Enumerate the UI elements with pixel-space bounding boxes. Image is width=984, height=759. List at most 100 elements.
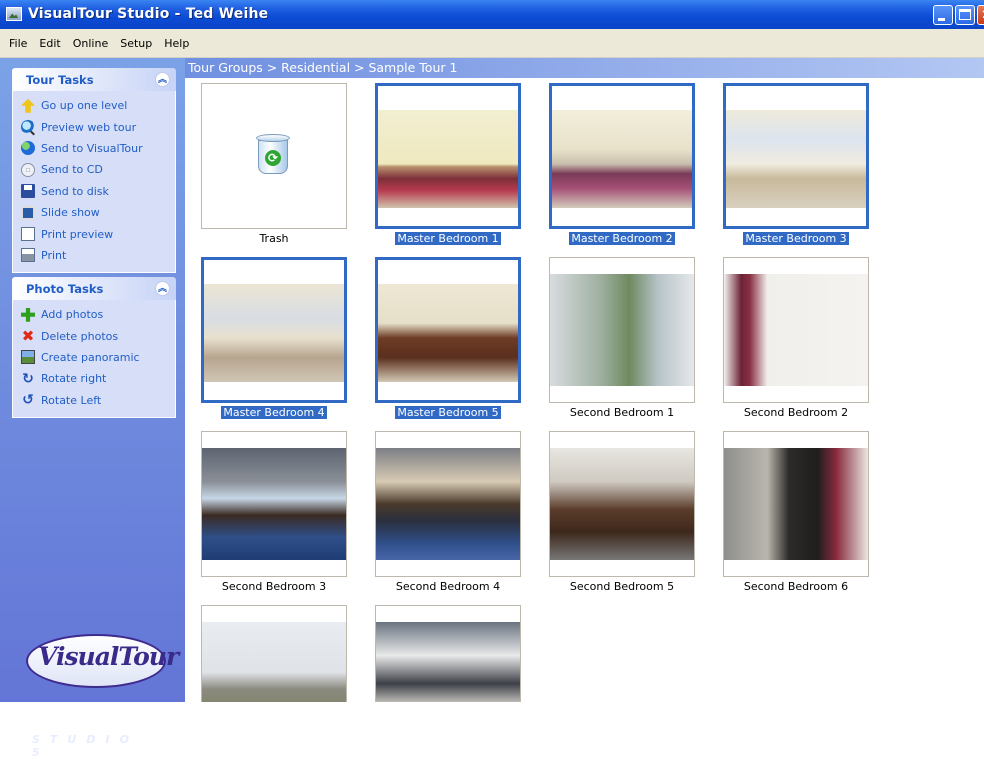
task-label: Send to disk [41,184,109,198]
cd-icon [21,162,35,177]
app-icon [6,7,22,21]
thumbnail-exterior[interactable] [201,605,351,702]
recycle-bin-icon: ⟳ [256,134,290,174]
print-preview-icon [21,227,35,242]
globe-icon [21,141,35,156]
thumbnail-second-bedroom-5[interactable]: Second Bedroom 5 [549,431,699,593]
thumbnail-living-room[interactable] [375,605,525,702]
task-go-up[interactable]: Go up one level [13,95,175,116]
tour-tasks-title: Tour Tasks [26,73,94,87]
thumbnail-second-bedroom-6[interactable]: Second Bedroom 6 [723,431,873,593]
thumbnail-caption: Master Bedroom 3 [743,232,849,245]
photo [378,110,518,208]
task-label: Print preview [41,227,114,241]
thumbnail-second-bedroom-4[interactable]: Second Bedroom 4 [375,431,525,593]
task-label: Rotate Left [41,393,102,407]
thumbnail-caption: Second Bedroom 3 [221,580,327,593]
thumbnail-second-bedroom-1[interactable]: Second Bedroom 1 [549,257,699,419]
photo [550,448,694,560]
task-print-preview[interactable]: Print preview [13,223,175,244]
photo [204,284,344,382]
printer-icon [21,248,35,263]
close-button[interactable] [977,5,984,25]
menu-file[interactable]: File [3,37,33,50]
thumbnail-caption: Second Bedroom 4 [395,580,501,593]
thumbnail-caption: Master Bedroom 1 [395,232,501,245]
thumbnail-frame: ⟳ [201,83,347,229]
slideshow-icon [21,205,35,220]
photo-tasks-header[interactable]: Photo Tasks ︽ [12,277,176,300]
plus-icon [21,307,35,322]
photo [376,448,520,560]
task-label: Preview web tour [41,120,137,134]
title-bar: VisualTour Studio - Ted Weihe [0,0,984,29]
thumbnail-master-bedroom-3[interactable]: Master Bedroom 3 [723,83,873,245]
thumbnail-second-bedroom-3[interactable]: Second Bedroom 3 [201,431,351,593]
up-arrow-icon [21,98,35,113]
menu-bar: File Edit Online Setup Help [0,29,984,58]
thumbnail-caption: Second Bedroom 1 [569,406,675,419]
task-preview-web-tour[interactable]: Preview web tour [13,116,175,137]
collapse-icon[interactable]: ︽ [155,72,170,87]
photo [726,110,866,208]
task-delete-photos[interactable]: ✖ Delete photos [13,325,175,346]
task-label: Send to VisualTour [41,141,143,155]
photo [724,448,868,560]
visualtour-logo: VisualTour STUDIO 5 [20,630,179,759]
thumbnail-master-bedroom-2[interactable]: Master Bedroom 2 [549,83,699,245]
photo [378,284,518,382]
tour-tasks-panel: Tour Tasks ︽ Go up one level Preview web… [12,68,176,274]
task-send-to-visualtour[interactable]: Send to VisualTour [13,138,175,159]
thumbnail-grid: ⟳ Trash Master Bedroom 1 Master Bedroom … [185,78,984,702]
logo-subtitle: STUDIO 5 [32,733,139,759]
task-label: Slide show [41,206,100,220]
task-rotate-right[interactable]: ↻ Rotate right [13,368,175,389]
minimize-button[interactable] [933,5,953,25]
maximize-button[interactable] [955,5,975,25]
photo [376,622,520,702]
rotate-left-icon: ↺ [22,392,34,409]
thumbnail-caption: Master Bedroom 2 [569,232,675,245]
task-label: Rotate right [41,372,107,386]
photo [552,110,692,208]
thumbnail-caption: Second Bedroom 6 [743,580,849,593]
thumbnail-trash[interactable]: ⟳ Trash [201,83,351,245]
photo [550,274,694,386]
window-title: VisualTour Studio - Ted Weihe [28,6,269,22]
magnifier-icon [21,120,35,135]
task-create-panoramic[interactable]: Create panoramic [13,347,175,368]
photo-tasks-title: Photo Tasks [26,282,104,296]
logo-text: VisualTour [38,642,179,671]
task-pane: Tour Tasks ︽ Go up one level Preview web… [0,58,185,759]
collapse-icon[interactable]: ︽ [155,281,170,296]
photo [202,448,346,560]
rotate-right-icon: ↻ [22,370,34,387]
photo [202,622,346,702]
menu-edit[interactable]: Edit [33,37,66,50]
thumbnail-second-bedroom-2[interactable]: Second Bedroom 2 [723,257,873,419]
task-label: Send to CD [41,163,103,177]
panorama-icon [21,350,35,365]
photo-tasks-panel: Photo Tasks ︽ Add photos ✖ Delete photos … [12,277,176,418]
thumbnail-master-bedroom-4[interactable]: Master Bedroom 4 [201,257,351,419]
thumbnail-master-bedroom-5[interactable]: Master Bedroom 5 [375,257,525,419]
tour-tasks-header[interactable]: Tour Tasks ︽ [12,68,176,91]
thumbnail-caption: Trash [259,232,289,245]
floppy-disk-icon [21,184,35,199]
red-x-icon: ✖ [21,327,35,346]
task-rotate-left[interactable]: ↺ Rotate Left [13,390,175,411]
task-slide-show[interactable]: Slide show [13,202,175,223]
task-add-photos[interactable]: Add photos [13,304,175,325]
menu-setup[interactable]: Setup [114,37,158,50]
thumbnail-caption: Second Bedroom 2 [743,406,849,419]
task-label: Delete photos [41,329,119,343]
thumbnail-master-bedroom-1[interactable]: Master Bedroom 1 [375,83,525,245]
task-print[interactable]: Print [13,245,175,266]
thumbnail-caption: Master Bedroom 5 [395,406,501,419]
task-label: Print [41,248,67,262]
task-label: Create panoramic [41,350,140,364]
menu-online[interactable]: Online [67,37,114,50]
task-send-to-disk[interactable]: Send to disk [13,181,175,202]
task-send-to-cd[interactable]: Send to CD [13,159,175,180]
menu-help[interactable]: Help [158,37,195,50]
